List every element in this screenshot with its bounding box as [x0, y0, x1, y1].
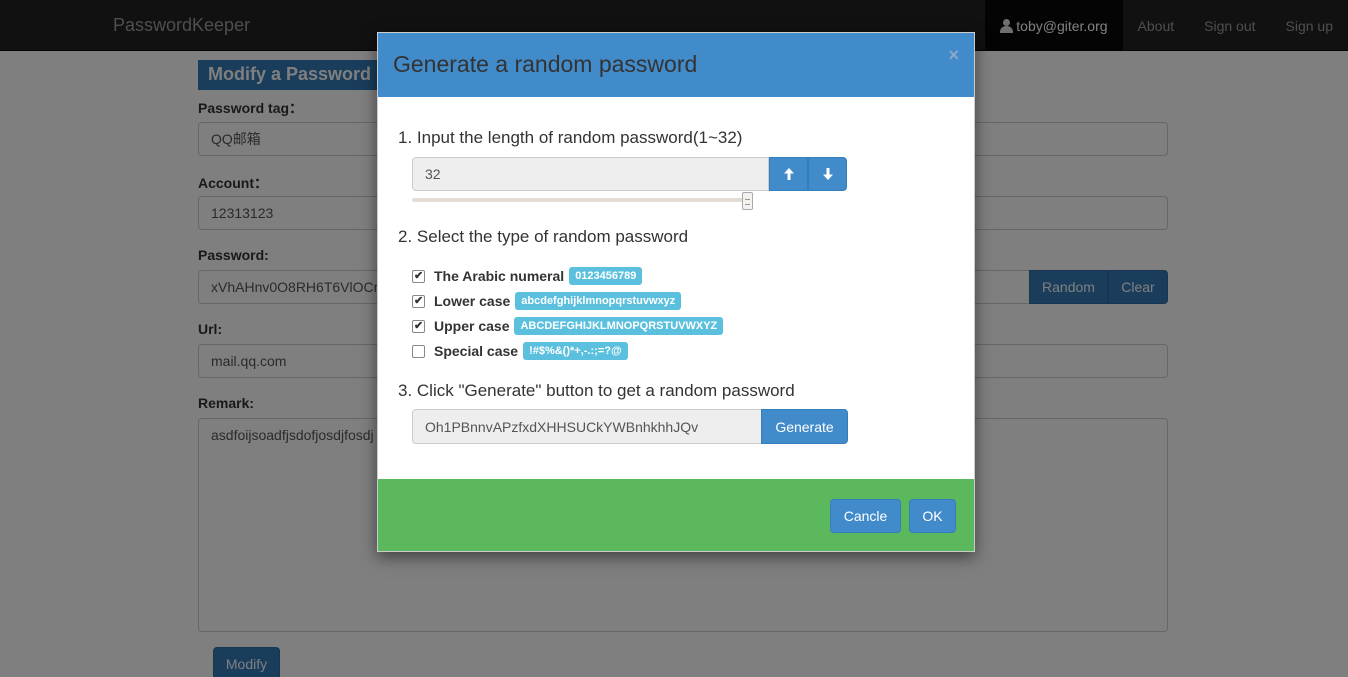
length-slider-handle[interactable]: [742, 192, 753, 210]
arrow-down-icon: [822, 168, 833, 180]
lower-case-checkbox[interactable]: [412, 294, 425, 308]
chars-badge: 0123456789: [569, 267, 643, 285]
option-label: Upper case: [434, 318, 510, 334]
chars-badge: abcdefghijklmnopqrstuvwxyz: [515, 292, 682, 310]
option-arabic-numeral: The Arabic numeral 0123456789: [412, 266, 643, 286]
cancel-button[interactable]: Cancle: [830, 499, 901, 533]
option-label: The Arabic numeral: [434, 268, 565, 284]
modal-footer: Cancle OK: [378, 479, 974, 551]
arabic-numeral-checkbox[interactable]: [412, 269, 425, 283]
generate-password-modal: Generate a random password × 1. Input th…: [377, 32, 975, 552]
step3-label: 3. Click "Generate" button to get a rand…: [398, 381, 795, 400]
chars-badge: ABCDEFGHIJKLMNOPQRSTUVWXYZ: [514, 317, 724, 335]
option-special-case: Special case !#$%&()*+,-.:;=?@: [412, 341, 628, 361]
upper-case-checkbox[interactable]: [412, 319, 425, 333]
generate-button[interactable]: Generate: [761, 409, 848, 444]
chars-badge: !#$%&()*+,-.:;=?@: [523, 342, 628, 360]
modal-title: Generate a random password: [393, 51, 698, 77]
option-label: Special case: [434, 343, 519, 359]
option-upper-case: Upper case ABCDEFGHIJKLMNOPQRSTUVWXYZ: [412, 316, 724, 336]
generated-password-input[interactable]: Oh1PBnnvAPzfxdXHHSUCkYWBnhkhhJQv: [412, 409, 762, 444]
modal-body: 1. Input the length of random password(1…: [378, 97, 974, 479]
decrease-button[interactable]: [808, 157, 847, 191]
special-case-checkbox[interactable]: [412, 344, 425, 358]
step2-label: 2. Select the type of random password: [398, 227, 689, 246]
increase-button[interactable]: [769, 157, 808, 191]
ok-button[interactable]: OK: [909, 499, 956, 533]
option-lower-case: Lower case abcdefghijklmnopqrstuvwxyz: [412, 291, 682, 311]
length-slider-track[interactable]: [412, 198, 749, 202]
arrow-up-icon: [783, 168, 794, 180]
close-icon[interactable]: ×: [948, 45, 959, 66]
step1-label: 1. Input the length of random password(1…: [398, 128, 743, 147]
modal-header: Generate a random password ×: [378, 33, 974, 97]
option-label: Lower case: [434, 293, 511, 309]
length-input[interactable]: 32: [412, 157, 769, 191]
